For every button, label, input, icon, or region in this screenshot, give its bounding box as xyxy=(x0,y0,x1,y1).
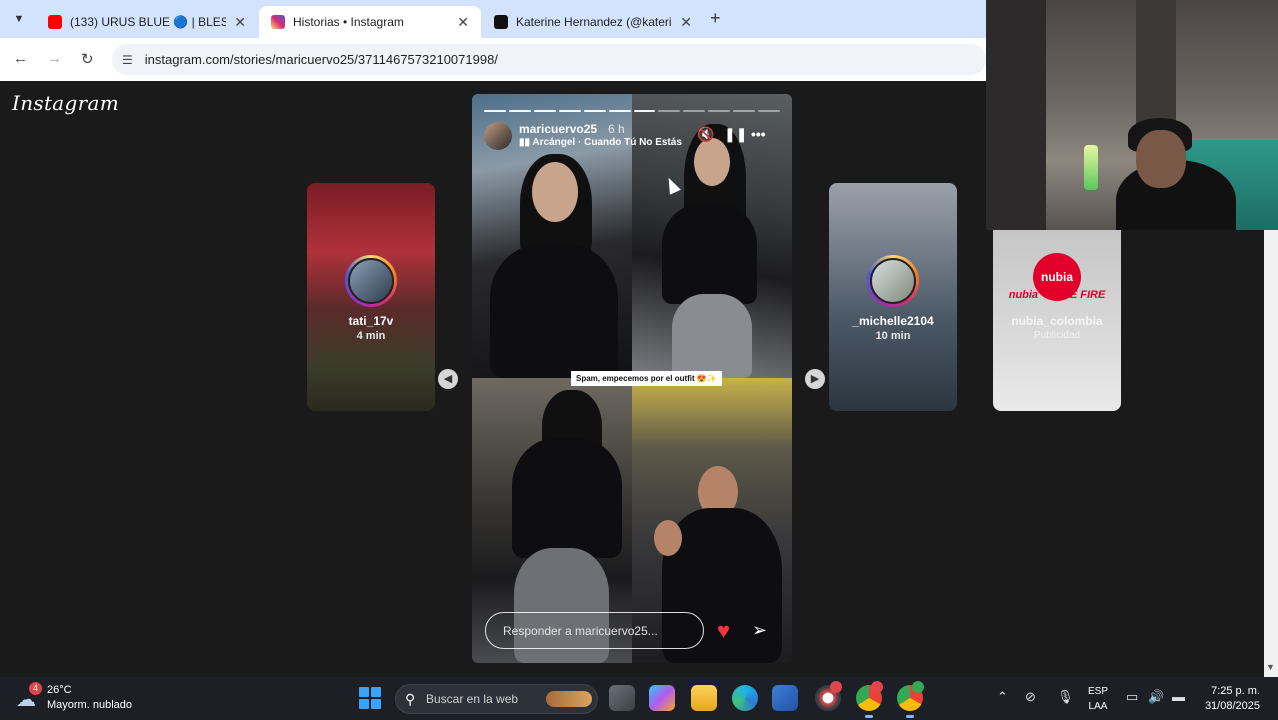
send-paper-plane-icon[interactable]: ➢ xyxy=(752,620,767,641)
edge-browser-icon[interactable] xyxy=(732,685,758,711)
windows-start-icon[interactable] xyxy=(359,687,381,709)
speaker-volume-icon[interactable]: 🔊 xyxy=(1148,689,1164,705)
music-bars-icon: ▮▮ xyxy=(519,137,533,148)
close-tab-icon[interactable]: ✕ xyxy=(234,14,246,31)
browser-toolbar: ← → ↻ ☰ instagram.com/stories/maricuervo… xyxy=(0,38,986,81)
next-story-chevron-icon[interactable]: ▶ xyxy=(805,369,825,389)
copilot-icon[interactable] xyxy=(649,685,675,711)
battery-icon[interactable]: ▬ xyxy=(1172,689,1185,704)
story-username[interactable]: maricuervo25 xyxy=(519,122,597,136)
instagram-favicon-icon xyxy=(271,15,285,29)
search-icon: ⚲ xyxy=(405,691,416,707)
show-hidden-icons-chevron-icon[interactable]: ⌃ xyxy=(997,689,1008,705)
muted-speaker-icon[interactable]: 🔇 xyxy=(697,126,714,143)
weather-description[interactable]: Mayorm. nublado xyxy=(47,699,132,711)
webcam-overlay xyxy=(986,0,1278,230)
story-header: maricuervo25 6 h ▮▮ Arcángel · Cuando Tú… xyxy=(484,122,780,156)
recording-badge xyxy=(830,681,842,693)
story-time: 6 h xyxy=(608,122,625,136)
forward-arrow-icon[interactable]: → xyxy=(47,50,62,67)
story-reply-input-wrapper[interactable] xyxy=(485,612,704,649)
weather-temperature[interactable]: 26°C xyxy=(47,684,72,696)
taskbar-search-input[interactable] xyxy=(426,685,546,713)
active-story[interactable]: maricuervo25 6 h ▮▮ Arcángel · Cuando Tú… xyxy=(472,94,792,663)
windows-taskbar: ☁ 4 26°C Mayorm. nublado ⚲ ⌃ ⊘ 🎙 ESP LAA… xyxy=(0,677,1278,720)
weather-badge: 4 xyxy=(29,682,42,695)
tab-title: Katerine Hernandez (@katerine xyxy=(516,15,673,29)
story-progress-bar xyxy=(484,110,781,112)
story-preview-michelle[interactable]: _michelle2104 10 min xyxy=(829,183,957,411)
clock-date: 31/08/2025 xyxy=(1204,700,1260,712)
tab-title: Historias • Instagram xyxy=(293,15,404,29)
story-music-label: Arcángel · Cuando Tú No Estás xyxy=(532,137,682,148)
preview-time: 10 min xyxy=(875,330,911,342)
story-ring xyxy=(345,255,397,307)
tab-instagram[interactable]: Historias • Instagram ✕ xyxy=(259,6,481,38)
preview-username: _michelle2104 xyxy=(852,314,934,328)
pause-icon[interactable]: ❚❚ xyxy=(724,126,747,143)
story-caption: Spam, empecemos por el outfit 😍✨ xyxy=(571,371,722,386)
more-options-icon[interactable]: ••• xyxy=(751,126,766,142)
camera-off-icon[interactable]: ⊘ xyxy=(1025,689,1036,705)
avatar xyxy=(870,258,916,304)
taskbar-search[interactable]: ⚲ xyxy=(395,684,598,714)
system-clock[interactable]: 7:25 p. m. 31/08/2025 xyxy=(1200,684,1260,714)
story-ring xyxy=(867,255,919,307)
clock-time: 7:25 p. m. xyxy=(1211,685,1260,697)
chrome-profile-badge xyxy=(871,681,883,693)
address-bar[interactable]: ☰ instagram.com/stories/maricuervo25/371… xyxy=(112,44,986,75)
like-heart-icon[interactable]: ♥ xyxy=(717,618,730,644)
story-author-avatar[interactable] xyxy=(484,122,512,150)
input-language[interactable]: ESP LAA xyxy=(1088,684,1108,714)
nubia-brand-strip: nubia · FREE FIRE xyxy=(1008,289,1106,301)
story-preview-tati[interactable]: tati_17v 4 min xyxy=(307,183,435,411)
sponsored-label: Publicidad xyxy=(1033,330,1081,341)
chrome-profile-2-badge xyxy=(912,681,924,693)
preview-time: 4 min xyxy=(356,330,386,342)
story-music[interactable]: ▮▮ Arcángel · Cuando Tú No Estás xyxy=(519,137,682,148)
tab-search-chevron-icon[interactable]: ▼ xyxy=(10,10,28,28)
page-scrollbar[interactable] xyxy=(1264,230,1278,677)
tab-youtube[interactable]: (133) URUS BLUE 🔵 | BLESSD ✕ xyxy=(36,6,258,38)
tab-tiktok[interactable]: Katerine Hernandez (@katerine ✕ xyxy=(482,6,704,38)
browser-tab-bar: ▼ (133) URUS BLUE 🔵 | BLESSD ✕ Historias… xyxy=(0,0,986,38)
scroll-down-arrow-icon[interactable]: ▼ xyxy=(1266,662,1275,672)
url-text[interactable]: instagram.com/stories/maricuervo25/37114… xyxy=(145,52,498,67)
close-tab-icon[interactable]: ✕ xyxy=(457,14,469,31)
youtube-favicon-icon xyxy=(48,15,62,29)
tiktok-favicon-icon xyxy=(494,15,508,29)
microsoft-store-icon[interactable] xyxy=(772,685,798,711)
instagram-logo[interactable]: Instagram xyxy=(12,91,119,115)
avatar xyxy=(348,258,394,304)
tab-title: (133) URUS BLUE 🔵 | BLESSD xyxy=(70,15,227,29)
reload-icon[interactable]: ↻ xyxy=(81,50,94,68)
search-highlight-image xyxy=(546,691,592,707)
task-view-icon[interactable] xyxy=(609,685,635,711)
close-tab-icon[interactable]: ✕ xyxy=(680,14,692,31)
preview-username: nubia_colombia xyxy=(1011,314,1103,328)
back-arrow-icon[interactable]: ← xyxy=(13,50,28,67)
site-info-icon[interactable]: ☰ xyxy=(122,53,133,67)
file-explorer-icon[interactable] xyxy=(691,685,717,711)
language-code: ESP xyxy=(1088,686,1109,697)
previous-story-chevron-icon[interactable]: ◀ xyxy=(438,369,458,389)
display-icon[interactable]: ▭ xyxy=(1126,689,1138,705)
new-tab-icon[interactable]: + xyxy=(710,8,721,29)
preview-username: tati_17v xyxy=(348,314,394,328)
keyboard-layout: LAA xyxy=(1088,701,1108,712)
story-reply-input[interactable] xyxy=(486,613,703,648)
microphone-icon[interactable]: 🎙 xyxy=(1057,689,1074,705)
